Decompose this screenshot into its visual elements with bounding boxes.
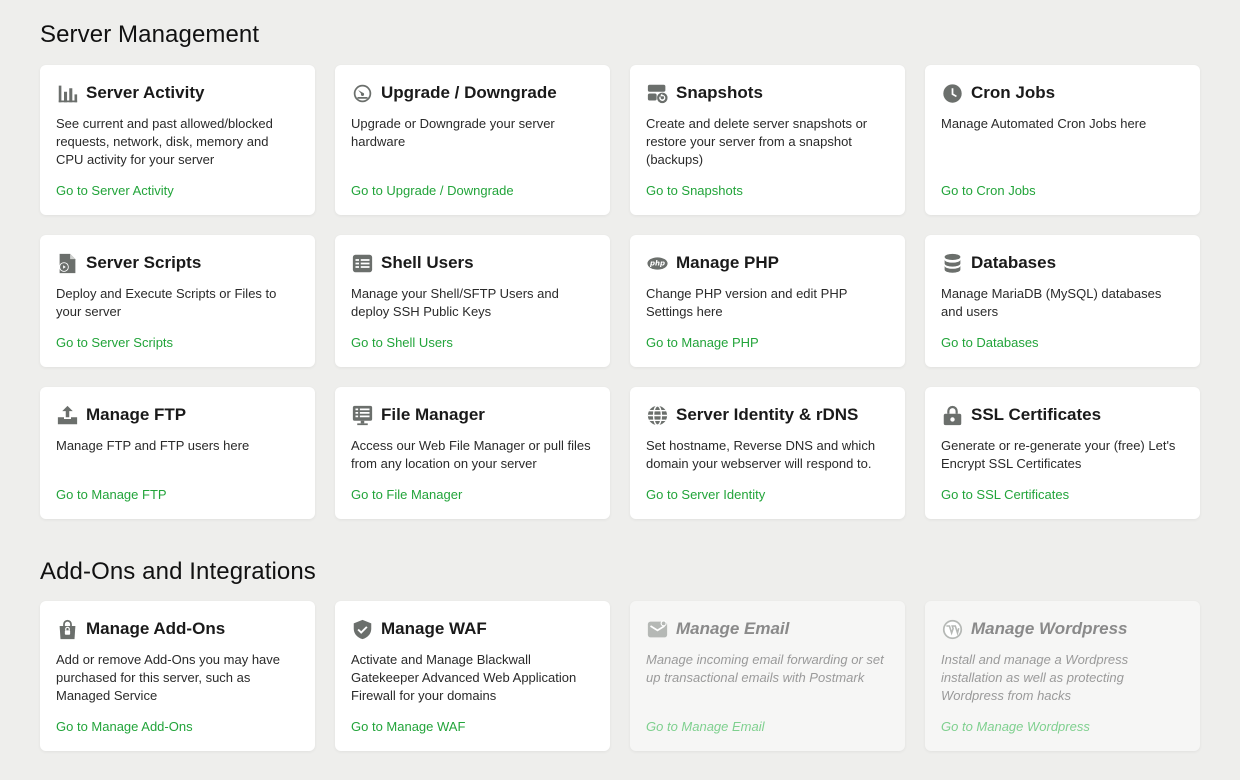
link-manage-php[interactable]: Go to Manage PHP bbox=[646, 335, 759, 350]
card-databases: Databases Manage MariaDB (MySQL) databas… bbox=[925, 235, 1200, 367]
card-title: Upgrade / Downgrade bbox=[381, 83, 557, 102]
card-shell-users: Shell Users Manage your Shell/SFTP Users… bbox=[335, 235, 610, 367]
script-file-icon bbox=[56, 252, 78, 274]
card-manage-email: Manage Email Manage incoming email forwa… bbox=[630, 601, 905, 751]
card-description: Activate and Manage Blackwall Gatekeeper… bbox=[351, 652, 577, 703]
card-manage-waf: Manage WAF Activate and Manage Blackwall… bbox=[335, 601, 610, 751]
link-manage-email[interactable]: Go to Manage Email bbox=[646, 719, 765, 734]
card-description: Access our Web File Manager or pull file… bbox=[351, 438, 591, 471]
card-manage-php: php Manage PHP Change PHP version and ed… bbox=[630, 235, 905, 367]
card-description: Manage FTP and FTP users here bbox=[56, 438, 250, 453]
speedometer-icon bbox=[351, 82, 373, 104]
upload-icon bbox=[56, 404, 78, 426]
php-icon: php bbox=[646, 252, 668, 274]
link-shell-users[interactable]: Go to Shell Users bbox=[351, 335, 453, 350]
link-upgrade-downgrade[interactable]: Go to Upgrade / Downgrade bbox=[351, 183, 514, 198]
card-description: Deploy and Execute Scripts or Files to y… bbox=[56, 286, 277, 319]
link-manage-waf[interactable]: Go to Manage WAF bbox=[351, 719, 465, 734]
card-title: Server Scripts bbox=[86, 253, 202, 272]
link-server-activity[interactable]: Go to Server Activity bbox=[56, 183, 174, 198]
card-title: Manage PHP bbox=[676, 253, 779, 272]
wordpress-icon bbox=[941, 618, 963, 640]
card-file-manager: File Manager Access our Web File Manager… bbox=[335, 387, 610, 519]
file-manager-icon bbox=[351, 404, 373, 426]
database-icon bbox=[941, 252, 963, 274]
bag-lock-icon bbox=[56, 618, 78, 640]
card-manage-ftp: Manage FTP Manage FTP and FTP users here… bbox=[40, 387, 315, 519]
terminal-users-icon bbox=[351, 252, 373, 274]
card-title: Server Activity bbox=[86, 83, 205, 102]
clock-icon bbox=[941, 82, 963, 104]
section-title-add-ons: Add-Ons and Integrations bbox=[40, 558, 316, 585]
card-upgrade-downgrade: Upgrade / Downgrade Upgrade or Downgrade… bbox=[335, 65, 610, 215]
bar-chart-icon bbox=[56, 82, 78, 104]
add-ons-grid: Manage Add-Ons Add or remove Add-Ons you… bbox=[40, 601, 1200, 751]
card-server-activity: Server Activity See current and past all… bbox=[40, 65, 315, 215]
card-title: Cron Jobs bbox=[971, 83, 1056, 102]
card-description: Manage your Shell/SFTP Users and deploy … bbox=[351, 286, 559, 319]
card-description: Add or remove Add-Ons you may have purch… bbox=[56, 652, 281, 703]
card-server-identity: Server Identity & rDNS Set hostname, Rev… bbox=[630, 387, 905, 519]
link-server-identity[interactable]: Go to Server Identity bbox=[646, 487, 765, 502]
card-title: SSL Certificates bbox=[971, 405, 1102, 424]
card-manage-add-ons: Manage Add-Ons Add or remove Add-Ons you… bbox=[40, 601, 315, 751]
link-file-manager[interactable]: Go to File Manager bbox=[351, 487, 462, 502]
card-title: Server Identity & rDNS bbox=[676, 405, 859, 424]
card-ssl-certificates: SSL Certificates Generate or re-generate… bbox=[925, 387, 1200, 519]
svg-text:php: php bbox=[648, 259, 664, 267]
card-description: Generate or re-generate your (free) Let'… bbox=[941, 438, 1176, 471]
link-databases[interactable]: Go to Databases bbox=[941, 335, 1039, 350]
snapshot-icon bbox=[646, 82, 668, 104]
card-title: File Manager bbox=[381, 405, 485, 424]
card-title: Manage Add-Ons bbox=[86, 619, 226, 638]
card-description: Set hostname, Reverse DNS and which doma… bbox=[646, 438, 876, 471]
link-manage-ftp[interactable]: Go to Manage FTP bbox=[56, 487, 167, 502]
shield-check-icon bbox=[351, 618, 373, 640]
lock-icon bbox=[941, 404, 963, 426]
card-description: Manage MariaDB (MySQL) databases and use… bbox=[941, 286, 1162, 319]
server-management-grid: Server Activity See current and past all… bbox=[40, 65, 1200, 519]
card-title: Databases bbox=[971, 253, 1057, 272]
card-title: Shell Users bbox=[381, 253, 474, 272]
link-manage-add-ons[interactable]: Go to Manage Add-Ons bbox=[56, 719, 193, 734]
card-title: Manage Wordpress bbox=[971, 619, 1128, 638]
card-title: Manage FTP bbox=[86, 405, 187, 424]
card-description: Install and manage a Wordpress installat… bbox=[941, 652, 1129, 703]
card-server-scripts: Server Scripts Deploy and Execute Script… bbox=[40, 235, 315, 367]
card-snapshots: Snapshots Create and delete server snaps… bbox=[630, 65, 905, 215]
card-description: Create and delete server snapshots or re… bbox=[646, 116, 868, 167]
card-description: Change PHP version and edit PHP Settings… bbox=[646, 286, 848, 319]
link-ssl-certificates[interactable]: Go to SSL Certificates bbox=[941, 487, 1069, 502]
section-title-server-management: Server Management bbox=[40, 21, 260, 48]
link-snapshots[interactable]: Go to Snapshots bbox=[646, 183, 743, 198]
link-cron-jobs[interactable]: Go to Cron Jobs bbox=[941, 183, 1036, 198]
link-manage-wordpress[interactable]: Go to Manage Wordpress bbox=[941, 719, 1090, 734]
card-description: Upgrade or Downgrade your server hardwar… bbox=[351, 116, 555, 149]
link-server-scripts[interactable]: Go to Server Scripts bbox=[56, 335, 173, 350]
card-description: See current and past allowed/blocked req… bbox=[56, 116, 273, 167]
mail-icon bbox=[646, 618, 668, 640]
card-description: Manage incoming email forwarding or set … bbox=[646, 652, 884, 685]
card-description: Manage Automated Cron Jobs here bbox=[941, 116, 1147, 131]
card-title: Snapshots bbox=[676, 83, 763, 102]
card-cron-jobs: Cron Jobs Manage Automated Cron Jobs her… bbox=[925, 65, 1200, 215]
card-title: Manage WAF bbox=[381, 619, 487, 638]
globe-icon bbox=[646, 404, 668, 426]
card-manage-wordpress: Manage Wordpress Install and manage a Wo… bbox=[925, 601, 1200, 751]
card-title: Manage Email bbox=[676, 619, 790, 638]
